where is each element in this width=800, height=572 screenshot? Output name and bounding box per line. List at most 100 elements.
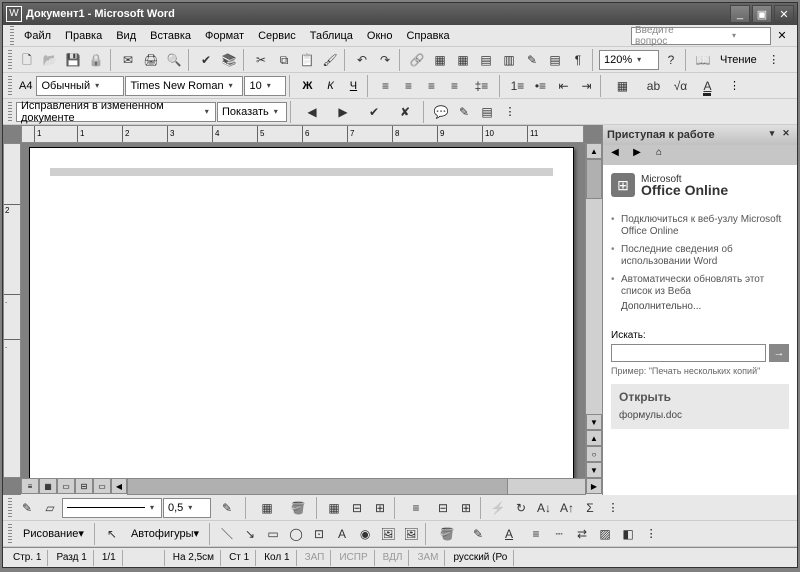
- textbox-button[interactable]: ⊡: [308, 523, 330, 545]
- menu-view[interactable]: Вид: [109, 28, 143, 44]
- border-color-button[interactable]: ✎: [212, 497, 242, 519]
- reading-view-button[interactable]: ▭: [93, 478, 111, 494]
- align-center-button[interactable]: ≡: [397, 75, 419, 97]
- style-combo[interactable]: Обычный▾: [36, 76, 124, 96]
- comment-button[interactable]: 💬: [430, 101, 452, 123]
- insert-table-button[interactable]: ▦: [452, 49, 474, 71]
- status-page[interactable]: Стр. 1: [7, 550, 48, 566]
- open-button[interactable]: 📂: [39, 49, 61, 71]
- maximize-button[interactable]: ▣: [752, 5, 772, 23]
- wordart-button[interactable]: A: [331, 523, 353, 545]
- italic-button[interactable]: К: [319, 75, 341, 97]
- text-direction-button[interactable]: ↻: [510, 497, 532, 519]
- save-button[interactable]: 💾: [62, 49, 84, 71]
- permissions-button[interactable]: 🔒: [85, 49, 107, 71]
- tp-link-update[interactable]: Автоматически обновлять этот список из В…: [611, 271, 789, 301]
- status-trk[interactable]: ИСПР: [333, 550, 374, 566]
- scroll-down-button[interactable]: ▼: [586, 414, 602, 430]
- docmap-button[interactable]: ▤: [544, 49, 566, 71]
- undo-button[interactable]: ↶: [351, 49, 373, 71]
- scroll-left-button[interactable]: ◀: [111, 478, 127, 494]
- clipart-button[interactable]: 🖼: [377, 523, 399, 545]
- insert-table2-button[interactable]: ▦: [323, 497, 345, 519]
- distribute-rows-button[interactable]: ⊟: [432, 497, 454, 519]
- help-button[interactable]: ?: [660, 49, 682, 71]
- bold-button[interactable]: Ж: [296, 75, 318, 97]
- toolbar-overflow[interactable]: ⋮: [723, 75, 745, 97]
- redo-button[interactable]: ↷: [374, 49, 396, 71]
- page[interactable]: [29, 147, 574, 478]
- line-color-button[interactable]: ✎: [463, 523, 493, 545]
- toolbar-grip[interactable]: [8, 102, 12, 122]
- tp-link-more[interactable]: Дополнительно...: [611, 301, 789, 312]
- fill-color-button[interactable]: 🪣: [432, 523, 462, 545]
- border-button[interactable]: ▦: [607, 75, 637, 97]
- justify-button[interactable]: ≡: [443, 75, 465, 97]
- sort-asc-button[interactable]: A↓: [533, 497, 555, 519]
- status-ovr[interactable]: ЗАМ: [411, 550, 445, 566]
- outline-view-button[interactable]: ⊟: [75, 478, 93, 494]
- nav-forward-button[interactable]: ▶: [629, 147, 645, 163]
- web-view-button[interactable]: ▦: [39, 478, 57, 494]
- menu-tools[interactable]: Сервис: [251, 28, 303, 44]
- track-changes-button[interactable]: ✎: [453, 101, 475, 123]
- diagram-button[interactable]: ◉: [354, 523, 376, 545]
- arrow-button[interactable]: ↘: [239, 523, 261, 545]
- print-button[interactable]: 🖨: [140, 49, 162, 71]
- paste-button[interactable]: 📋: [296, 49, 318, 71]
- line-style-combo[interactable]: ▾: [62, 498, 162, 518]
- format-painter-button[interactable]: 🖌: [319, 49, 341, 71]
- arrow-style-button[interactable]: ⇄: [571, 523, 593, 545]
- nav-back-button[interactable]: ◀: [607, 147, 623, 163]
- line-weight-combo[interactable]: 0,5▾: [163, 498, 211, 518]
- accept-button[interactable]: ✔: [359, 101, 389, 123]
- scroll-right-button[interactable]: ▶: [586, 478, 602, 494]
- toolbar-overflow[interactable]: ⋮: [602, 497, 624, 519]
- highlight-button[interactable]: ab: [638, 75, 668, 97]
- sort-desc-button[interactable]: A↑: [556, 497, 578, 519]
- select-objects-button[interactable]: ↖: [101, 523, 123, 545]
- rect-button[interactable]: ▭: [262, 523, 284, 545]
- horizontal-ruler[interactable]: 1 1 2 3 4 5 6 7 8 9 10 11: [21, 125, 584, 143]
- hscroll-thumb[interactable]: [128, 479, 508, 494]
- shadow-button[interactable]: ▨: [594, 523, 616, 545]
- show-combo[interactable]: Показать▾: [217, 102, 287, 122]
- vertical-scrollbar[interactable]: ▲ ▼ ▲ ○ ▼: [585, 143, 602, 478]
- dash-style-button[interactable]: ┄: [548, 523, 570, 545]
- line-spacing-button[interactable]: ‡≡: [466, 75, 496, 97]
- drawing-toggle[interactable]: ✎: [521, 49, 543, 71]
- eraser-button[interactable]: ▱: [39, 497, 61, 519]
- print-view-button[interactable]: ▭: [57, 478, 75, 494]
- next-change-button[interactable]: ▶: [328, 101, 358, 123]
- menu-window[interactable]: Окно: [360, 28, 400, 44]
- border-style-button[interactable]: ▦: [252, 497, 282, 519]
- autoformat-button[interactable]: ⚡: [487, 497, 509, 519]
- scroll-up-button[interactable]: ▲: [586, 143, 602, 159]
- scroll-thumb[interactable]: [586, 159, 602, 199]
- new-button[interactable]: 🗋: [16, 49, 38, 71]
- distribute-cols-button[interactable]: ⊞: [455, 497, 477, 519]
- draw-table-button[interactable]: ✎: [16, 497, 38, 519]
- tp-link-news[interactable]: Последние сведения об использовании Word: [611, 241, 789, 271]
- taskpane-menu-button[interactable]: ▾: [765, 128, 779, 142]
- style-pane-button[interactable]: A4: [16, 75, 35, 97]
- menu-edit[interactable]: Правка: [58, 28, 109, 44]
- font-combo[interactable]: Times New Roman▾: [125, 76, 243, 96]
- tp-link-connect[interactable]: Подключиться к веб-узлу Microsoft Office…: [611, 211, 789, 241]
- taskpane-close-button[interactable]: ✕: [779, 128, 793, 142]
- vertical-ruler[interactable]: 2 . .: [3, 143, 21, 478]
- oval-button[interactable]: ◯: [285, 523, 307, 545]
- status-lang[interactable]: русский (Ро: [447, 550, 514, 566]
- toolbar-grip[interactable]: [10, 26, 14, 46]
- indent-button[interactable]: ⇥: [575, 75, 597, 97]
- toolbar-grip[interactable]: [8, 76, 12, 96]
- font-color-button[interactable]: A: [692, 75, 722, 97]
- nav-home-button[interactable]: ⌂: [651, 147, 667, 163]
- reject-button[interactable]: ✘: [390, 101, 420, 123]
- toolbar-overflow[interactable]: ⋮: [640, 523, 662, 545]
- picture-button[interactable]: 🖼: [400, 523, 422, 545]
- align-cell-button[interactable]: ≡: [401, 497, 431, 519]
- horizontal-scrollbar[interactable]: ◀ ▶: [111, 478, 602, 495]
- preview-button[interactable]: 🔍: [163, 49, 185, 71]
- help-search[interactable]: Введите вопрос ▾: [631, 27, 771, 45]
